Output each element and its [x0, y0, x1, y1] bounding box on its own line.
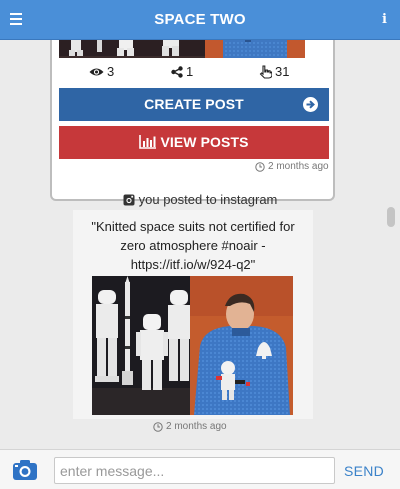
post-timestamp-text: 2 months ago	[166, 421, 227, 432]
post-caption: "Knitted space suits not certified for z…	[91, 219, 295, 272]
clock-icon	[153, 421, 163, 432]
post-timestamp: 2 months ago	[153, 421, 227, 432]
feed-scrollbar[interactable]	[387, 207, 395, 227]
view-posts-label: VIEW POSTS	[160, 134, 249, 150]
shares-count: 1	[186, 64, 194, 79]
card-timestamp: 2 months ago	[255, 161, 329, 172]
instagram-icon	[123, 194, 135, 206]
pointing-hand-icon	[259, 64, 272, 79]
post-image-crop	[59, 40, 329, 58]
post-photo[interactable]	[92, 276, 293, 415]
create-post-label: CREATE POST	[144, 96, 244, 112]
likes-count: 31	[275, 64, 290, 79]
shares-stat: 1	[171, 64, 193, 79]
activity-text: you posted to instagram	[138, 192, 278, 207]
astronaut-toys-photo	[92, 276, 190, 415]
clock-icon	[255, 161, 265, 172]
camera-icon[interactable]	[12, 459, 38, 481]
arrow-circle-right-icon	[303, 97, 318, 112]
post-stats: 3 1 31	[59, 58, 329, 84]
info-icon[interactable]: i	[382, 12, 387, 27]
card-timestamp-text: 2 months ago	[268, 161, 329, 172]
views-stat: 3	[89, 64, 114, 79]
sweater-boy-photo	[190, 276, 293, 415]
likes-stat: 31	[259, 64, 289, 79]
post-card: 3 1 31 CREATE POST VIEW POSTS	[50, 40, 335, 201]
feed[interactable]: 3 1 31 CREATE POST VIEW POSTS 2 months a…	[0, 40, 400, 449]
astronaut-toys-image	[59, 40, 205, 58]
message-input[interactable]	[54, 457, 335, 484]
sweater-boy-image	[205, 40, 305, 58]
instagram-post: "Knitted space suits not certified for z…	[73, 210, 313, 419]
eye-icon	[89, 68, 104, 75]
message-composer: SEND	[0, 449, 400, 489]
app-header: SPACE TWO i	[0, 0, 400, 40]
create-post-button[interactable]: CREATE POST	[59, 88, 329, 121]
activity-line: you posted to instagram	[0, 192, 400, 207]
page-title: SPACE TWO	[154, 11, 246, 28]
views-count: 3	[107, 64, 115, 79]
view-posts-button[interactable]: VIEW POSTS	[59, 126, 329, 159]
send-button[interactable]: SEND	[344, 463, 384, 479]
share-icon	[171, 65, 183, 78]
bar-chart-icon	[139, 135, 157, 149]
